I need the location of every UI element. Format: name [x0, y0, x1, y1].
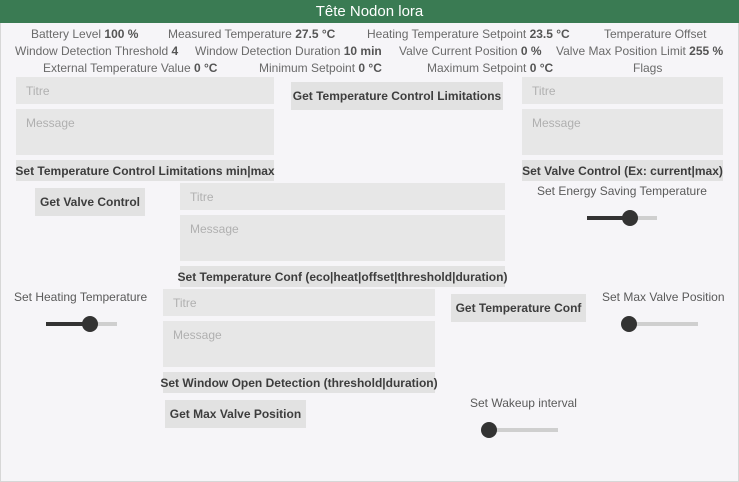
- get-temp-conf-button[interactable]: Get Temperature Conf: [451, 294, 586, 322]
- heating-temperature-slider[interactable]: [46, 316, 117, 332]
- stat-flags: Flags: [633, 61, 663, 75]
- stat-minimum-setpoint: Minimum Setpoint 0 °C: [259, 61, 382, 75]
- window-detection-title-input[interactable]: Titre: [163, 289, 435, 316]
- energy-saving-slider[interactable]: [587, 210, 657, 226]
- page-title: Tête Nodon lora: [0, 0, 739, 23]
- energy-saving-label: Set Energy Saving Temperature: [537, 184, 707, 198]
- set-window-detection-button[interactable]: Set Window Open Detection (threshold|dur…: [160, 372, 438, 393]
- heating-temperature-label: Set Heating Temperature: [14, 290, 148, 304]
- stat-heating-setpoint: Heating Temperature Setpoint 23.5 °C: [367, 27, 570, 41]
- wakeup-interval-label: Set Wakeup interval: [470, 396, 577, 410]
- get-limitations-button[interactable]: Get Temperature Control Limitations: [291, 82, 503, 110]
- slider-thumb[interactable]: [621, 316, 637, 332]
- max-valve-position-slider[interactable]: [621, 316, 698, 332]
- slider-thumb[interactable]: [481, 422, 497, 438]
- set-limitations-button[interactable]: Set Temperature Control Limitations min|…: [15, 160, 275, 181]
- slider-track: [629, 322, 698, 326]
- stat-external-temperature: External Temperature Value 0 °C: [43, 61, 218, 75]
- stat-valve-position: Valve Current Position 0 %: [399, 44, 542, 58]
- valve-control-title-input[interactable]: Titre: [522, 77, 723, 104]
- max-valve-position-label: Set Max Valve Position: [602, 290, 725, 304]
- stat-measured-temperature: Measured Temperature 27.5 °C: [168, 27, 336, 41]
- slider-thumb[interactable]: [622, 210, 639, 226]
- stat-window-duration: Window Detection Duration 10 min: [195, 44, 382, 58]
- wakeup-interval-slider[interactable]: [481, 422, 558, 438]
- valve-control-message-input[interactable]: Message: [522, 109, 723, 155]
- window-detection-message-input[interactable]: Message: [163, 321, 435, 367]
- temp-conf-title-input[interactable]: Titre: [180, 183, 505, 210]
- get-valve-control-button[interactable]: Get Valve Control: [35, 188, 145, 216]
- slider-thumb[interactable]: [82, 316, 99, 332]
- limits-message-input[interactable]: Message: [16, 109, 274, 155]
- limits-title-input[interactable]: Titre: [16, 77, 274, 104]
- get-max-valve-button[interactable]: Get Max Valve Position: [165, 400, 306, 428]
- stat-maximum-setpoint: Maximum Setpoint 0 °C: [427, 61, 554, 75]
- slider-track: [489, 428, 558, 432]
- stat-window-threshold: Window Detection Threshold 4: [15, 44, 179, 58]
- stat-temperature-offset: Temperature Offset: [604, 27, 707, 41]
- set-valve-control-button[interactable]: Set Valve Control (Ex: current|max): [522, 160, 723, 181]
- stat-battery: Battery Level 100 %: [31, 27, 139, 41]
- set-temp-conf-button[interactable]: Set Temperature Conf (eco|heat|offset|th…: [178, 266, 507, 287]
- temp-conf-message-input[interactable]: Message: [180, 215, 505, 261]
- stat-valve-max-limit: Valve Max Position Limit 255 %: [556, 44, 724, 58]
